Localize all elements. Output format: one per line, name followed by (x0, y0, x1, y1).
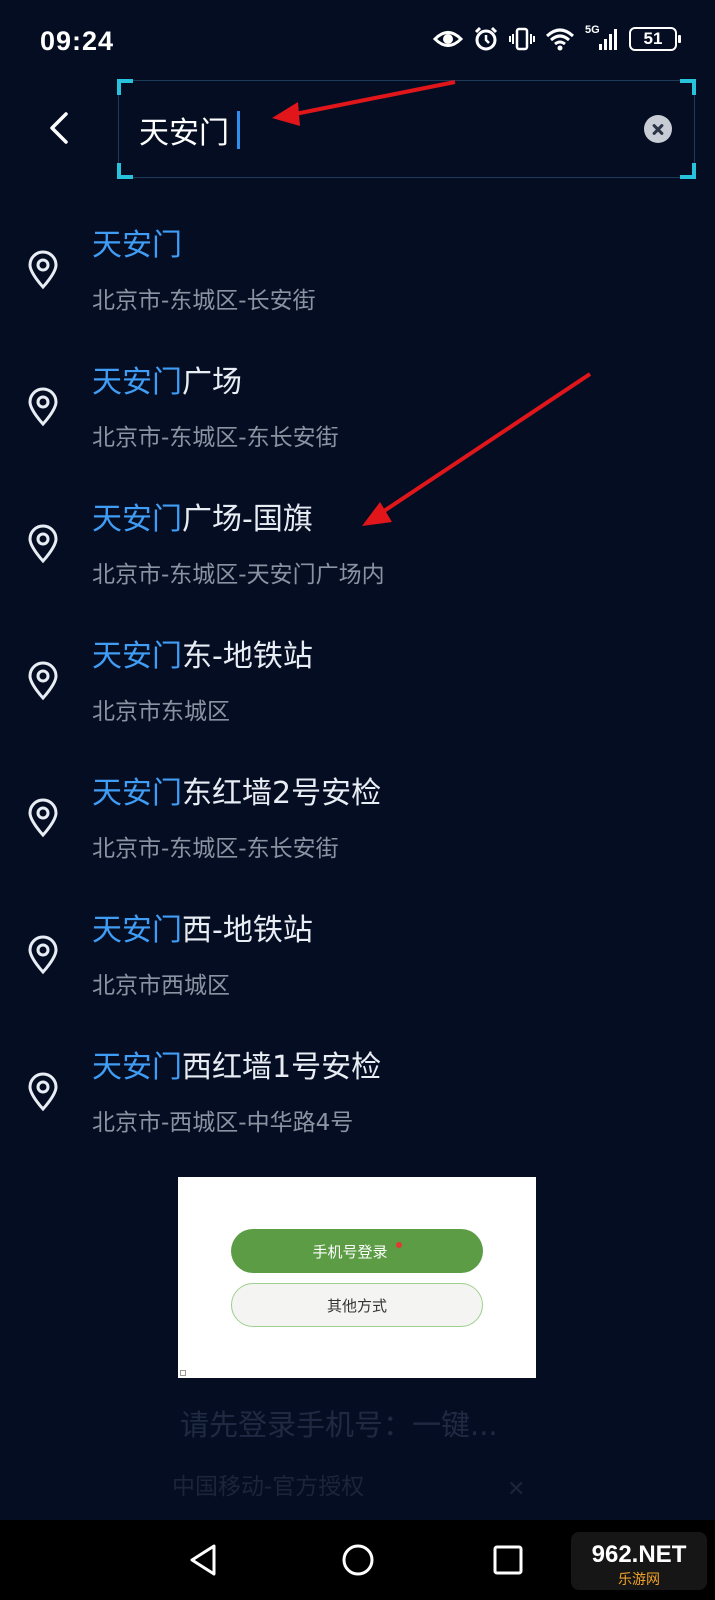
frame-corner (680, 79, 696, 95)
list-item[interactable]: 天安门 北京市-东城区-长安街 (0, 202, 715, 339)
list-item[interactable]: 天安门西-地铁站 北京市西城区 (0, 887, 715, 1024)
back-arrow-icon[interactable] (40, 108, 80, 148)
result-address: 北京市东城区 (92, 699, 230, 725)
result-address: 北京市-西城区-中华路4号 (92, 1110, 354, 1136)
battery-level: 51 (643, 29, 663, 48)
result-rest: 西-地铁站 (182, 913, 313, 948)
ad-corner-mark (180, 1370, 186, 1376)
result-rest: 广场 (182, 365, 242, 400)
result-address: 北京市西城区 (92, 973, 230, 999)
list-item[interactable]: 天安门东-地铁站 北京市东城区 (0, 613, 715, 750)
recents-square-icon[interactable] (488, 1540, 528, 1580)
background-prompt-subtitle: 中国移动-官方授权 (172, 1474, 365, 1500)
background-close-icon: ✕ (507, 1477, 526, 1502)
watermark-caption: 乐游网 (618, 1572, 660, 1588)
location-pin-icon (28, 1072, 58, 1112)
text-caret (237, 111, 240, 149)
result-rest: 东-地铁站 (182, 639, 313, 674)
result-title: 天安门广场 (92, 357, 242, 401)
search-input[interactable]: 天安门 (117, 79, 696, 179)
location-pin-icon (28, 250, 58, 290)
result-match: 天安门 (92, 639, 182, 674)
eye-icon (433, 31, 463, 47)
result-title: 天安门西-地铁站 (92, 905, 313, 949)
login-ad-popup: 手机号登录 其他方式 (178, 1177, 536, 1378)
alarm-icon (474, 26, 498, 51)
phone-login-label: 手机号登录 (312, 1242, 388, 1261)
result-title: 天安门 (92, 220, 182, 264)
status-bar: 09:24 5G 51 (0, 0, 715, 80)
frame-corner (117, 163, 133, 179)
result-address: 北京市-东城区-东长安街 (92, 425, 339, 451)
watermark-brand: 962.NET (592, 1541, 687, 1568)
vibrate-icon (509, 27, 535, 51)
result-rest: 西红墙1号安检 (182, 1050, 382, 1085)
result-address: 北京市-东城区-长安街 (92, 288, 316, 314)
location-pin-icon (28, 387, 58, 427)
result-title: 天安门广场-国旗 (92, 494, 313, 538)
back-triangle-icon[interactable] (184, 1540, 224, 1580)
result-match: 天安门 (92, 365, 182, 400)
list-item[interactable]: 天安门东红墙2号安检 北京市-东城区-东长安街 (0, 750, 715, 887)
result-rest: 广场-国旗 (182, 502, 313, 537)
list-item[interactable]: 天安门广场 北京市-东城区-东长安街 (0, 339, 715, 476)
result-title: 天安门东-地铁站 (92, 631, 313, 675)
battery-icon: 51 (629, 27, 681, 51)
search-value[interactable]: 天安门 (139, 108, 229, 152)
result-match: 天安门 (92, 502, 182, 537)
location-pin-icon (28, 524, 58, 564)
notification-dot (395, 1242, 402, 1248)
result-address: 北京市-东城区-东长安街 (92, 836, 339, 862)
result-match: 天安门 (92, 776, 182, 811)
result-match: 天安门 (92, 228, 182, 263)
clear-icon[interactable] (644, 115, 672, 143)
result-match: 天安门 (92, 913, 182, 948)
results-list: 天安门 北京市-东城区-长安街 天安门广场 北京市-东城区-东长安街 天安门广场… (0, 202, 715, 1161)
other-method-label: 其他方式 (326, 1296, 387, 1315)
signal-icon: 5G (585, 24, 619, 52)
frame-corner (117, 79, 133, 95)
site-watermark: 962.NET 乐游网 (571, 1532, 707, 1590)
result-title: 天安门西红墙1号安检 (92, 1042, 381, 1086)
home-circle-icon[interactable] (338, 1540, 378, 1580)
location-pin-icon (28, 661, 58, 701)
status-time: 09:24 (40, 26, 115, 56)
result-match: 天安门 (92, 1050, 182, 1085)
frame-corner (680, 163, 696, 179)
result-address: 北京市-东城区-天安门广场内 (92, 562, 385, 588)
result-rest: 东红墙2号安检 (182, 776, 382, 811)
wifi-icon (545, 28, 575, 51)
status-icons: 5G 51 (433, 24, 681, 52)
list-item[interactable]: 天安门广场-国旗 北京市-东城区-天安门广场内 (0, 476, 715, 613)
result-title: 天安门东红墙2号安检 (92, 768, 381, 812)
list-item[interactable]: 天安门西红墙1号安检 北京市-西城区-中华路4号 (0, 1024, 715, 1161)
other-method-button[interactable]: 其他方式 (231, 1283, 483, 1327)
background-prompt-title: 请先登录手机号：一键... (180, 1408, 498, 1442)
location-pin-icon (28, 798, 58, 838)
phone-login-button[interactable]: 手机号登录 (231, 1229, 483, 1273)
location-pin-icon (28, 935, 58, 975)
